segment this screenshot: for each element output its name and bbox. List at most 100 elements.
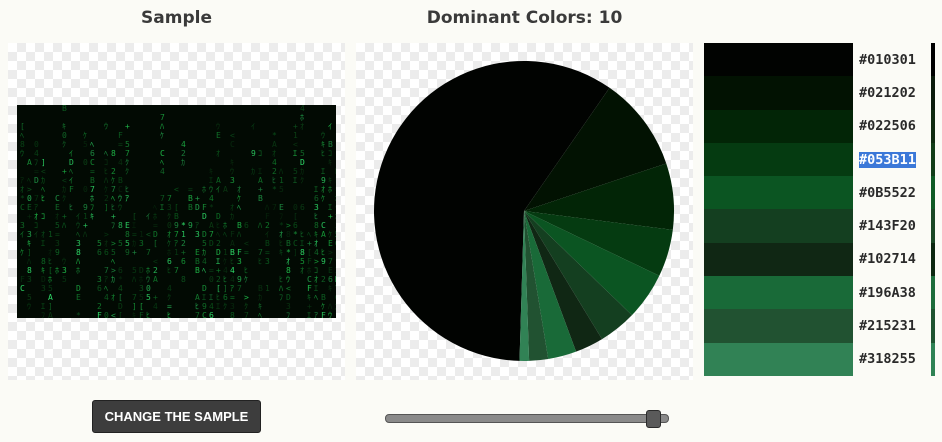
matrix-glyph: >: [328, 248, 333, 257]
matrix-glyph: ｸ: [62, 194, 66, 203]
matrix-glyph: 9: [321, 257, 326, 266]
swatch-edge-strip: [931, 309, 935, 343]
matrix-glyph: ｶ: [230, 212, 234, 221]
hex-label[interactable]: #318255: [859, 351, 916, 367]
hex-label[interactable]: #102714: [859, 251, 916, 267]
slider-track[interactable]: [385, 414, 669, 423]
matrix-glyph: 9: [125, 248, 130, 257]
matrix-glyph: ｺ: [104, 158, 108, 167]
matrix-glyph: ﾌ: [41, 311, 45, 318]
matrix-glyph: 6: [97, 284, 102, 293]
matrix-glyph: B: [195, 257, 200, 266]
color-swatch[interactable]: [704, 142, 853, 177]
hex-label[interactable]: #053B11: [859, 151, 916, 168]
matrix-glyph: E: [216, 131, 221, 140]
color-swatch[interactable]: [704, 109, 853, 143]
palette-row[interactable]: #196A38: [704, 276, 935, 310]
matrix-glyph: 4: [202, 257, 207, 266]
matrix-glyph: ﾋ: [258, 257, 262, 266]
matrix-glyph: 8: [181, 275, 186, 284]
hex-label[interactable]: #0B5522: [859, 185, 916, 201]
matrix-glyph: ﾋ: [279, 275, 283, 284]
matrix-glyph: F: [69, 185, 74, 194]
matrix-glyph: B: [188, 203, 193, 212]
matrix-glyph: ｴ: [41, 239, 45, 248]
palette-row[interactable]: #010301: [704, 43, 935, 77]
matrix-glyph: ｷ: [307, 293, 311, 302]
matrix-glyph: +: [293, 122, 298, 131]
matrix-glyph: A: [230, 239, 235, 248]
matrix-glyph: ﾋ: [279, 239, 283, 248]
matrix-glyph: ﾊ: [104, 176, 108, 185]
hex-label[interactable]: #196A38: [859, 285, 916, 301]
palette-row[interactable]: #022506: [704, 109, 935, 143]
matrix-glyph: 0: [62, 131, 67, 140]
hex-label[interactable]: #143F20: [859, 218, 916, 234]
matrix-glyph: ｶ: [132, 239, 136, 248]
matrix-glyph: =: [244, 248, 249, 257]
matrix-glyph: ﾎ: [146, 266, 150, 275]
matrix-glyph: =: [265, 248, 270, 257]
matrix-glyph: ｵ: [314, 239, 318, 248]
matrix-glyph: [: [20, 122, 25, 131]
palette-row[interactable]: #215231: [704, 309, 935, 343]
hex-label[interactable]: #022506: [859, 118, 916, 134]
color-count-slider[interactable]: [385, 410, 673, 428]
color-swatch[interactable]: [704, 242, 853, 277]
palette-row[interactable]: #102714: [704, 242, 935, 277]
matrix-glyph: 2: [111, 167, 116, 176]
matrix-glyph: 6: [300, 203, 305, 212]
matrix-glyph: [: [139, 302, 144, 311]
matrix-glyph: ｵ: [167, 230, 171, 239]
matrix-glyph: +: [328, 212, 333, 221]
matrix-glyph: ﾎ: [223, 221, 227, 230]
matrix-glyph: 6: [181, 257, 186, 266]
matrix-glyph: 9: [55, 248, 60, 257]
matrix-glyph: 2: [97, 302, 102, 311]
matrix-glyph: F: [118, 131, 123, 140]
color-swatch[interactable]: [704, 176, 853, 210]
palette-row[interactable]: #021202: [704, 76, 935, 110]
matrix-glyph: 3: [139, 239, 144, 248]
matrix-glyph: B: [286, 239, 291, 248]
palette-row[interactable]: #0B5522: [704, 176, 935, 210]
matrix-glyph: A: [272, 140, 277, 149]
color-swatch[interactable]: [704, 309, 853, 343]
change-sample-button[interactable]: CHANGE THE SAMPLE: [92, 400, 261, 433]
color-swatch[interactable]: [704, 76, 853, 110]
matrix-glyph: ﾋ: [272, 176, 276, 185]
matrix-glyph: ﾍ: [216, 230, 220, 239]
matrix-glyph: 7: [244, 311, 249, 318]
color-swatch[interactable]: [704, 342, 853, 376]
matrix-glyph: 7: [209, 230, 214, 239]
palette-row[interactable]: #318255: [704, 342, 935, 376]
matrix-glyph: ｹ: [160, 131, 164, 140]
color-swatch[interactable]: [704, 276, 853, 310]
matrix-glyph: 5: [62, 275, 67, 284]
matrix-glyph: ﾎ: [90, 194, 94, 203]
matrix-glyph: ﾋ: [69, 203, 73, 212]
matrix-glyph: +: [181, 248, 186, 257]
matrix-glyph: <: [111, 311, 116, 318]
slider-thumb[interactable]: [646, 410, 661, 428]
color-swatch[interactable]: [704, 43, 853, 77]
matrix-glyph: [: [118, 311, 123, 318]
matrix-glyph: ｴ: [293, 149, 297, 158]
matrix-glyph: 4: [209, 302, 214, 311]
matrix-glyph: =: [118, 140, 123, 149]
matrix-glyph: C: [321, 221, 326, 230]
palette-row[interactable]: #143F20: [704, 209, 935, 243]
matrix-glyph: F: [202, 203, 207, 212]
matrix-glyph: ｺ: [41, 212, 45, 221]
matrix-glyph: ﾊ: [265, 203, 269, 212]
matrix-glyph: ｷ: [230, 158, 234, 167]
color-swatch[interactable]: [704, 209, 853, 243]
palette-row[interactable]: #053B11: [704, 142, 935, 177]
matrix-glyph: +: [62, 167, 67, 176]
hex-label[interactable]: #021202: [859, 85, 916, 101]
hex-label[interactable]: #215231: [859, 318, 916, 334]
hex-label[interactable]: #010301: [859, 52, 916, 68]
matrix-glyph: C: [160, 149, 165, 158]
matrix-glyph: ｹ: [83, 131, 87, 140]
matrix-glyph: ｷ: [335, 185, 336, 194]
